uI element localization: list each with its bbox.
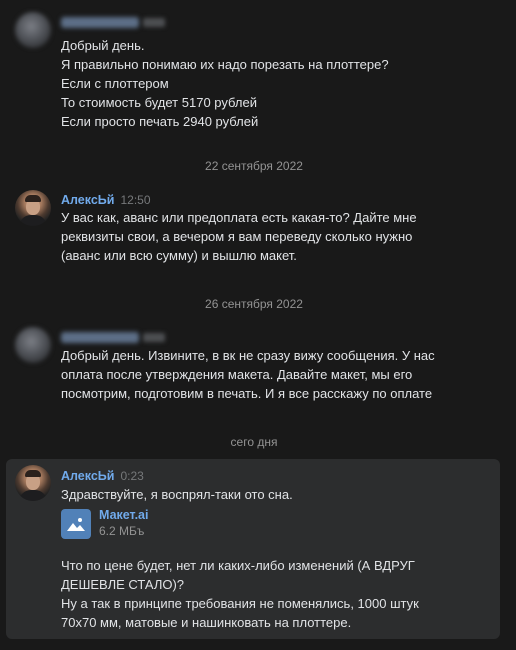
message-line: ДЕШЕВЛЕ СТАЛО)? [61, 577, 185, 592]
message-line: Что по цене будет, нет ли каких-либо изм… [61, 558, 415, 573]
avatar[interactable] [15, 12, 51, 48]
message-text: Добрый день. Извините, в вк не сразу виж… [61, 346, 491, 403]
message-line: Добрый день. [61, 38, 145, 53]
avatar[interactable] [15, 327, 51, 363]
message-highlighted: АлексЬй 0:23 Здравствуйте, я воспрял-таки… [6, 459, 500, 639]
avatar-shirt [19, 215, 47, 226]
message-line: оплата после утверждения макета. Давайте… [61, 367, 413, 382]
author-name[interactable]: АлексЬй [61, 469, 114, 483]
message-line: Ну а так в принципе требования не поменя… [61, 596, 419, 611]
avatar-hair [25, 195, 41, 202]
avatar[interactable] [15, 465, 51, 501]
message-text: Добрый день. Я правильно понимаю их надо… [61, 36, 491, 131]
date-separator: 26 сентября 2022 [205, 297, 303, 311]
message-line: То стоимость будет 5170 рублей [61, 95, 257, 110]
message-header [61, 14, 165, 30]
message-header: АлексЬй 0:23 [61, 468, 144, 484]
message-line: посмотрим, подготовим в печать. И я все … [61, 386, 433, 401]
message: Добрый день. Извините, в вк не сразу виж… [6, 323, 500, 405]
chat-history[interactable]: Добрый день. Я правильно понимаю их надо… [0, 0, 516, 650]
message-line: 70x70 мм, матовые и нашинковать на плотт… [61, 615, 352, 630]
message-text-continued: Что по цене будет, нет ли каких-либо изм… [61, 556, 491, 632]
message-time [143, 18, 165, 28]
author-name[interactable] [61, 17, 139, 29]
message-time[interactable]: 12:50 [120, 193, 150, 207]
file-attachment[interactable]: Макет.ai 6.2 МБъ [61, 508, 221, 541]
image-file-icon[interactable] [61, 509, 91, 539]
message-time [143, 333, 165, 343]
date-separator: сего дня [230, 435, 278, 449]
avatar[interactable] [15, 190, 51, 226]
message-line: Я правильно понимаю их надо порезать на … [61, 57, 389, 72]
message: АлексЬй 12:50 У вас как, аванс или предоп… [6, 186, 500, 266]
message-line: Если с плоттером [61, 76, 169, 91]
avatar-shirt [19, 490, 47, 501]
file-size: 6.2 МБъ [99, 524, 145, 538]
avatar-hair [25, 470, 41, 477]
message-line: (аванс или всю сумму) и вышлю макет. [61, 248, 297, 263]
message-header: АлексЬй 12:50 [61, 192, 151, 208]
message-time[interactable]: 0:23 [120, 469, 143, 483]
author-name[interactable]: АлексЬй [61, 193, 114, 207]
message-line: Добрый день. Извините, в вк не сразу виж… [61, 348, 435, 363]
message: Добрый день. Я правильно понимаю их надо… [6, 8, 500, 130]
message-line: Если просто печать 2940 рублей [61, 114, 259, 129]
image-file-glyph [67, 518, 85, 531]
message-text: У вас как, аванс или предоплата есть как… [61, 208, 491, 265]
author-name[interactable] [61, 332, 139, 344]
file-name-link[interactable]: Макет.ai [99, 508, 148, 522]
date-separator: 22 сентября 2022 [205, 159, 303, 173]
message-line: Здравствуйте, я воспрял-таки ото сна. [61, 487, 293, 502]
message-line: У вас как, аванс или предоплата есть как… [61, 210, 417, 225]
message-line: реквизиты свои, а вечером я вам переведу… [61, 229, 413, 244]
message-text: Здравствуйте, я воспрял-таки ото сна. [61, 485, 491, 504]
message-header [61, 329, 165, 345]
